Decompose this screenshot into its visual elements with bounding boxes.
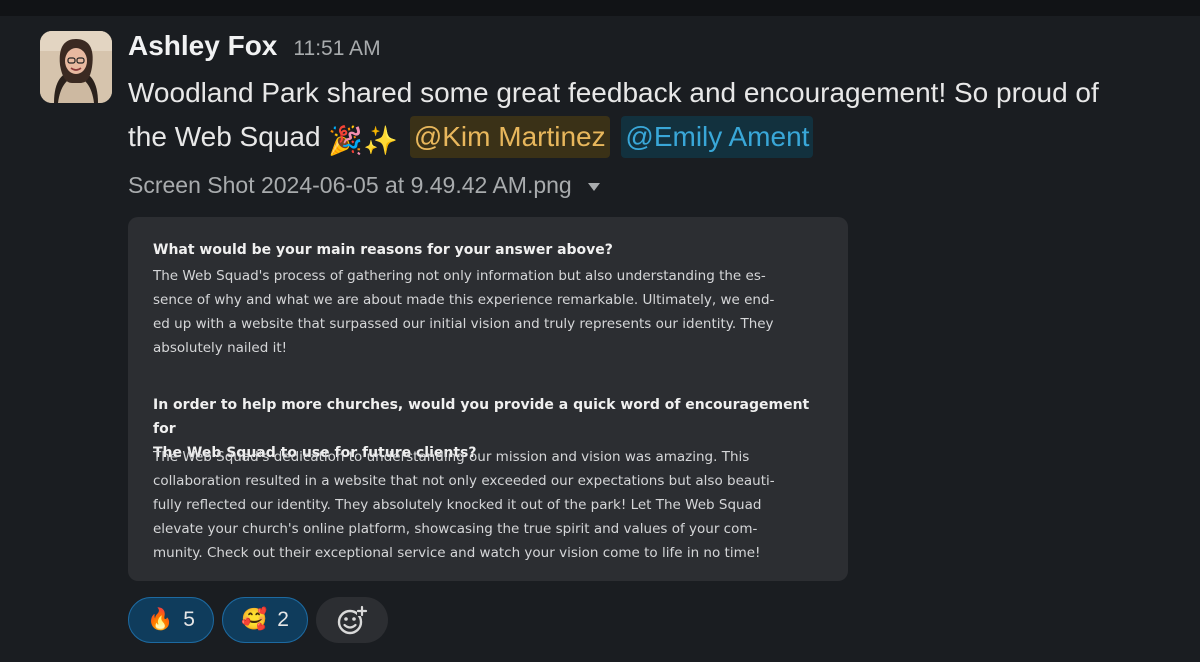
attachment-filename[interactable]: Screen Shot 2024-06-05 at 9.49.42 AM.png <box>128 172 572 199</box>
question-2-line: In order to help more churches, would yo… <box>153 397 810 437</box>
answer-2: The Web Squad's dedication to understand… <box>153 445 828 565</box>
answer-1-line: absolutely nailed it! <box>153 340 288 356</box>
smiling-face-hearts-icon: 🥰 <box>241 608 268 631</box>
party-popper-icon: 🎉 <box>328 125 364 156</box>
timestamp[interactable]: 11:51 AM <box>293 37 380 61</box>
chevron-down-icon[interactable] <box>587 182 600 191</box>
sparkles-icon: ✨ <box>363 125 399 156</box>
answer-2-line: The Web Squad's dedication to understand… <box>153 449 750 465</box>
avatar-image <box>40 31 112 103</box>
message: Ashley Fox 11:51 AM Woodland Park shared… <box>0 16 1200 662</box>
message-text: Woodland Park shared some great feedback… <box>128 71 1178 163</box>
reactions-bar: 🔥 5 🥰 2 <box>128 597 388 643</box>
message-header: Ashley Fox 11:51 AM <box>128 30 381 66</box>
attachment-header[interactable]: Screen Shot 2024-06-05 at 9.49.42 AM.png <box>128 172 600 199</box>
add-reaction-button[interactable] <box>316 597 388 643</box>
mention-emily-ament[interactable]: @Emily Ament <box>621 116 814 158</box>
top-bar <box>0 0 1200 16</box>
reaction-count: 5 <box>183 608 195 631</box>
reaction-smiling-face-hearts[interactable]: 🥰 2 <box>222 597 308 643</box>
add-reaction-icon <box>337 605 368 635</box>
answer-2-line: fully reflected our identity. They absol… <box>153 497 762 513</box>
answer-1-line: ed up with a website that surpassed our … <box>153 316 774 332</box>
answer-1: The Web Squad's process of gathering not… <box>153 264 828 360</box>
question-1: What would be your main reasons for your… <box>153 242 613 258</box>
attachment-image-preview[interactable]: What would be your main reasons for your… <box>128 217 848 581</box>
answer-2-line: collaboration resulted in a website that… <box>153 473 775 489</box>
message-text-line1: Woodland Park shared some great feedback… <box>128 77 1099 108</box>
avatar[interactable] <box>40 31 112 103</box>
sender-name[interactable]: Ashley Fox <box>128 30 277 62</box>
reaction-count: 2 <box>277 608 289 631</box>
message-text-line2: the Web Squad <box>128 121 321 152</box>
answer-1-line: The Web Squad's process of gathering not… <box>153 268 766 284</box>
answer-1-line: sence of why and what we are about made … <box>153 292 775 308</box>
fire-icon: 🔥 <box>147 608 174 631</box>
mention-kim-martinez[interactable]: @Kim Martinez <box>409 116 610 158</box>
answer-2-line: munity. Check out their exceptional serv… <box>153 545 761 561</box>
reaction-fire[interactable]: 🔥 5 <box>128 597 214 643</box>
answer-2-line: elevate your church's online platform, s… <box>153 521 758 537</box>
